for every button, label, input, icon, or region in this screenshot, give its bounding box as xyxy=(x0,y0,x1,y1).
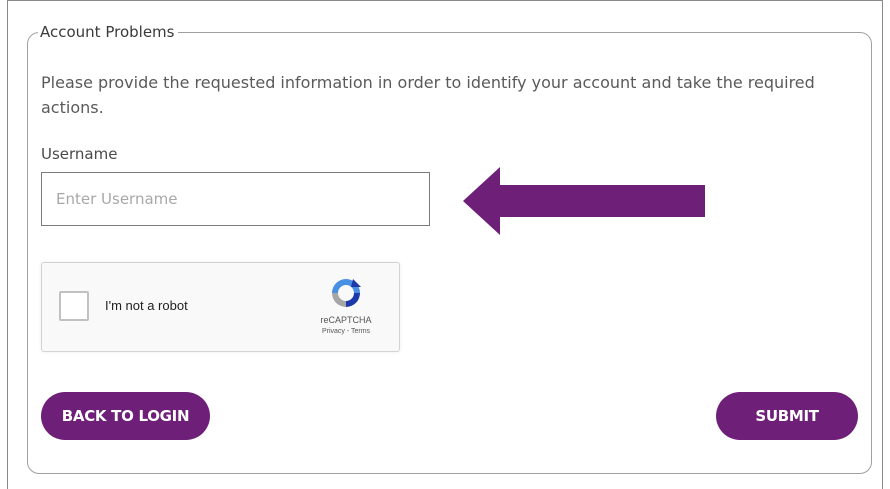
username-input[interactable] xyxy=(41,172,430,226)
recaptcha-widget: I'm not a robot reCAPTCHA Privacy - Term… xyxy=(41,262,400,352)
recaptcha-logo-icon xyxy=(332,279,361,307)
recaptcha-checkbox[interactable] xyxy=(59,291,89,321)
form-description: Please provide the requested information… xyxy=(41,73,815,117)
submit-button[interactable]: SUBMIT xyxy=(716,392,858,440)
username-label: Username xyxy=(41,145,118,163)
recaptcha-brand: reCAPTCHA xyxy=(320,315,372,325)
left-arrow-icon xyxy=(463,167,705,235)
back-to-login-button[interactable]: BACK TO LOGIN xyxy=(41,392,210,440)
recaptcha-links[interactable]: Privacy - Terms xyxy=(306,328,386,335)
recaptcha-label: I'm not a robot xyxy=(105,298,188,313)
fieldset-legend: Account Problems xyxy=(38,21,179,43)
